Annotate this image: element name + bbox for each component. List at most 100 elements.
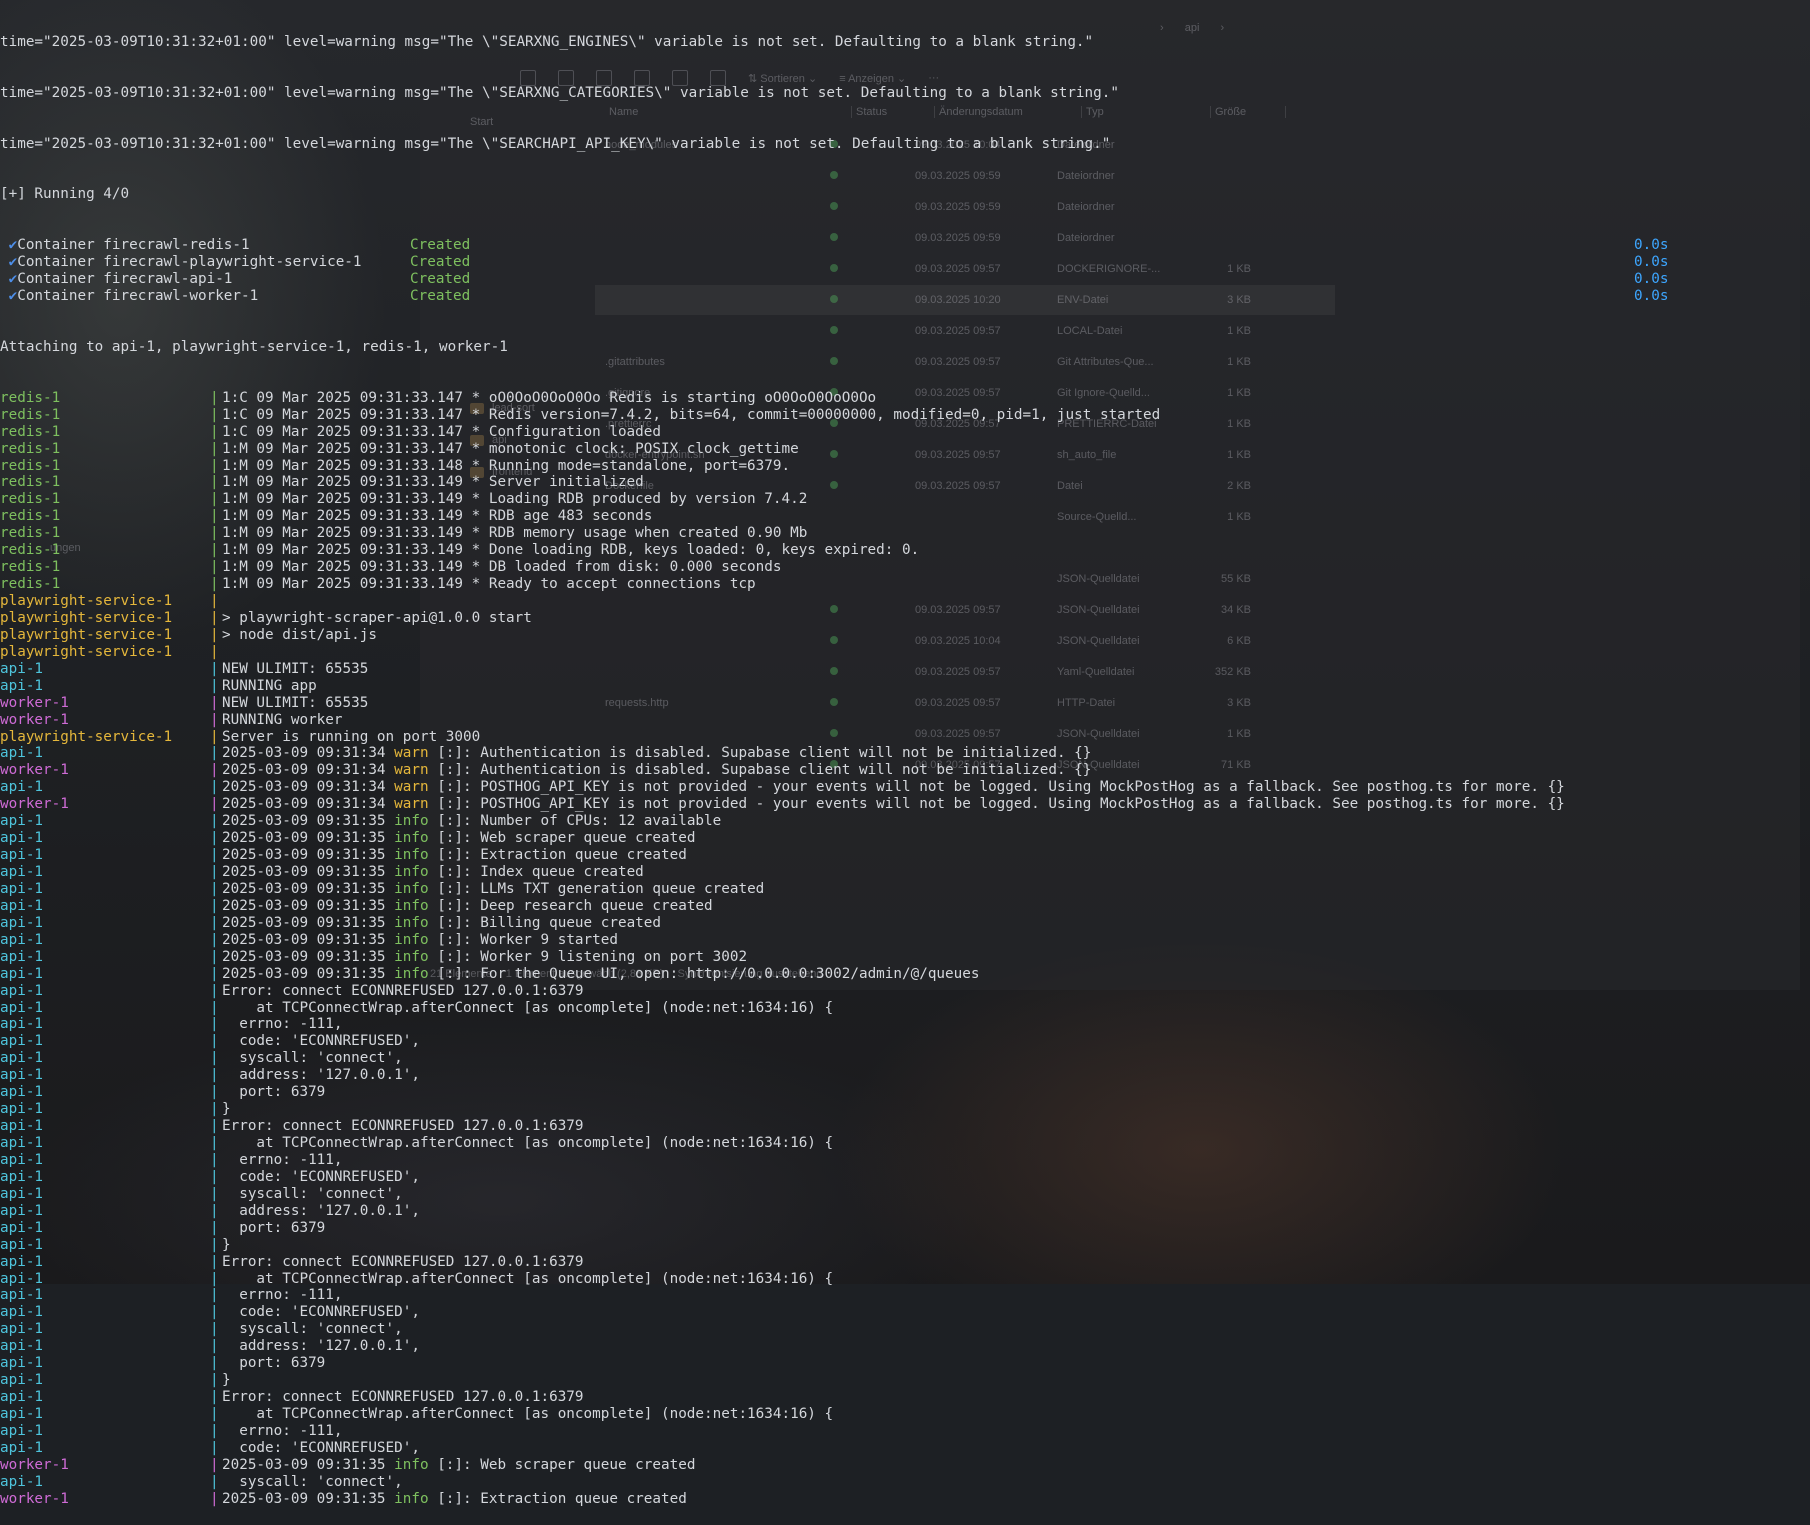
log-separator: |: [210, 1219, 219, 1236]
log-line: api-1 | code: 'ECONNREFUSED',: [0, 1440, 1810, 1457]
log-separator: |: [210, 525, 219, 542]
log-line: api-1 | 2025-03-09 09:31:34 warn [:]: POST…: [0, 779, 1810, 796]
log-timestamp: 2025-03-09 09:31:35: [222, 948, 395, 965]
log-message: [:]: LLMs TXT generation queue created: [428, 880, 765, 897]
log-line: api-1 | at TCPConnectWrap.afterConnect [a…: [0, 1271, 1810, 1288]
log-message: }: [222, 1236, 231, 1253]
log-separator: |: [210, 813, 219, 830]
log-message: [:]: Worker 9 listening on port 3002: [428, 948, 748, 965]
log-message: [:]: Web scraper queue created: [428, 830, 696, 847]
log-line: api-1 | at TCPConnectWrap.afterConnect [a…: [0, 1000, 1810, 1017]
log-separator: |: [210, 948, 219, 965]
log-source: api-1: [0, 1236, 44, 1253]
log-timestamp: 2025-03-09 09:31:35: [222, 864, 395, 881]
log-line: api-1 | errno: -111,: [0, 1152, 1810, 1169]
log-separator: |: [210, 1016, 219, 1033]
container-line: ✔Container firecrawl-worker-1 Created 0.0s: [0, 288, 1810, 305]
log-message: 1:M 09 Mar 2025 09:31:33.149 * Ready to …: [222, 576, 756, 593]
log-separator: |: [210, 864, 219, 881]
text: [0, 237, 9, 253]
log-line: api-1 | at TCPConnectWrap.afterConnect [a…: [0, 1135, 1810, 1152]
log-source: api-1: [0, 1033, 44, 1050]
log-message: [:]: Worker 9 started: [428, 931, 618, 948]
log-timestamp: 2025-03-09 09:31:35: [222, 1456, 395, 1473]
log-line: api-1 | port: 6379: [0, 1084, 1810, 1101]
check-icon: ✔: [8, 288, 18, 305]
container-duration: 0.0s: [1634, 271, 1669, 288]
log-separator: |: [210, 542, 219, 559]
log-message: Error: connect ECONNREFUSED 127.0.0.1:63…: [222, 1253, 584, 1270]
check-icon: ✔: [8, 254, 18, 271]
log-line: worker-1 | 2025-03-09 09:31:34 warn [:]: A…: [0, 762, 1810, 779]
log-source: redis-1: [0, 406, 61, 423]
log-level: info: [394, 1456, 429, 1473]
log-separator: |: [210, 1406, 219, 1423]
log-separator: |: [210, 830, 219, 847]
log-source: redis-1: [0, 440, 61, 457]
log-source: api-1: [0, 1118, 44, 1135]
check-icon: ✔: [8, 271, 18, 288]
log-line: api-1 | 2025-03-09 09:31:34 warn [:]: Auth…: [0, 745, 1810, 762]
log-separator: |: [210, 1372, 219, 1389]
log-source: api-1: [0, 1067, 44, 1084]
log-separator: |: [210, 1287, 219, 1304]
log-line: redis-1 | 1:M 09 Mar 2025 09:31:33.149 * R…: [0, 508, 1810, 525]
log-timestamp: 2025-03-09 09:31:35: [222, 880, 395, 897]
log-message: RUNNING app: [222, 677, 317, 694]
log-source: redis-1: [0, 525, 61, 542]
log-separator: |: [210, 389, 219, 406]
log-message: syscall: 'connect',: [222, 1050, 403, 1067]
log-message: at TCPConnectWrap.afterConnect [as oncom…: [222, 1406, 834, 1423]
log-separator: |: [210, 406, 219, 423]
log-source: api-1: [0, 1321, 44, 1338]
log-line: api-1 | 2025-03-09 09:31:35 info [:]: Numb…: [0, 813, 1810, 830]
log-source: api-1: [0, 1168, 44, 1185]
log-level: info: [394, 965, 429, 982]
log-line: api-1 | code: 'ECONNREFUSED',: [0, 1033, 1810, 1050]
log-line: api-1 | at TCPConnectWrap.afterConnect [a…: [0, 1406, 1810, 1423]
check-icon: ✔: [8, 237, 18, 254]
log-message: NEW ULIMIT: 65535: [222, 660, 369, 677]
log-message: port: 6379: [222, 1084, 326, 1101]
log-line: api-1 | Error: connect ECONNREFUSED 127.0.…: [0, 1254, 1810, 1271]
log-separator: |: [210, 1202, 219, 1219]
log-message: 1:M 09 Mar 2025 09:31:33.149 * DB loaded…: [222, 559, 782, 576]
container-state: Created: [410, 237, 471, 254]
log-separator: |: [210, 1490, 219, 1507]
log-separator: |: [210, 643, 219, 660]
log-message: syscall: 'connect',: [222, 1185, 403, 1202]
log-source: playwright-service-1: [0, 643, 173, 660]
log-message: > playwright-scraper-api@1.0.0 start: [222, 609, 532, 626]
log-source: worker-1: [0, 711, 69, 728]
log-separator: |: [210, 880, 219, 897]
log-separator: |: [210, 559, 219, 576]
log-lines: redis-1 | 1:C 09 Mar 2025 09:31:33.147 * o…: [0, 390, 1810, 1508]
log-separator: |: [210, 1338, 219, 1355]
log-level: info: [394, 830, 429, 847]
container-state: Created: [410, 254, 471, 271]
log-message: errno: -111,: [222, 1151, 343, 1168]
log-timestamp: 2025-03-09 09:31:35: [222, 813, 395, 830]
log-line: worker-1 | 2025-03-09 09:31:35 info [:]: W…: [0, 1457, 1810, 1474]
log-line: api-1 | 2025-03-09 09:31:35 info [:]: Web …: [0, 830, 1810, 847]
terminal-line: [+] Running 4/0: [0, 186, 130, 203]
log-separator: |: [210, 1321, 219, 1338]
log-level: warn: [394, 779, 429, 796]
log-separator: |: [210, 457, 219, 474]
log-line: api-1 |}: [0, 1237, 1810, 1254]
log-message: Error: connect ECONNREFUSED 127.0.0.1:63…: [222, 1389, 584, 1406]
log-separator: |: [210, 440, 219, 457]
log-message: 1:M 09 Mar 2025 09:31:33.148 * Running m…: [222, 457, 791, 474]
log-level: info: [394, 847, 429, 864]
log-line: api-1 | syscall: 'connect',: [0, 1186, 1810, 1203]
log-separator: |: [210, 796, 219, 813]
log-message: }: [222, 1101, 231, 1118]
log-source: api-1: [0, 1439, 44, 1456]
log-source: api-1: [0, 1304, 44, 1321]
log-message: [:]: Number of CPUs: 12 available: [428, 813, 722, 830]
log-level: warn: [394, 762, 429, 779]
log-source: api-1: [0, 1338, 44, 1355]
log-separator: |: [210, 694, 219, 711]
log-separator: |: [210, 474, 219, 491]
log-source: redis-1: [0, 576, 61, 593]
